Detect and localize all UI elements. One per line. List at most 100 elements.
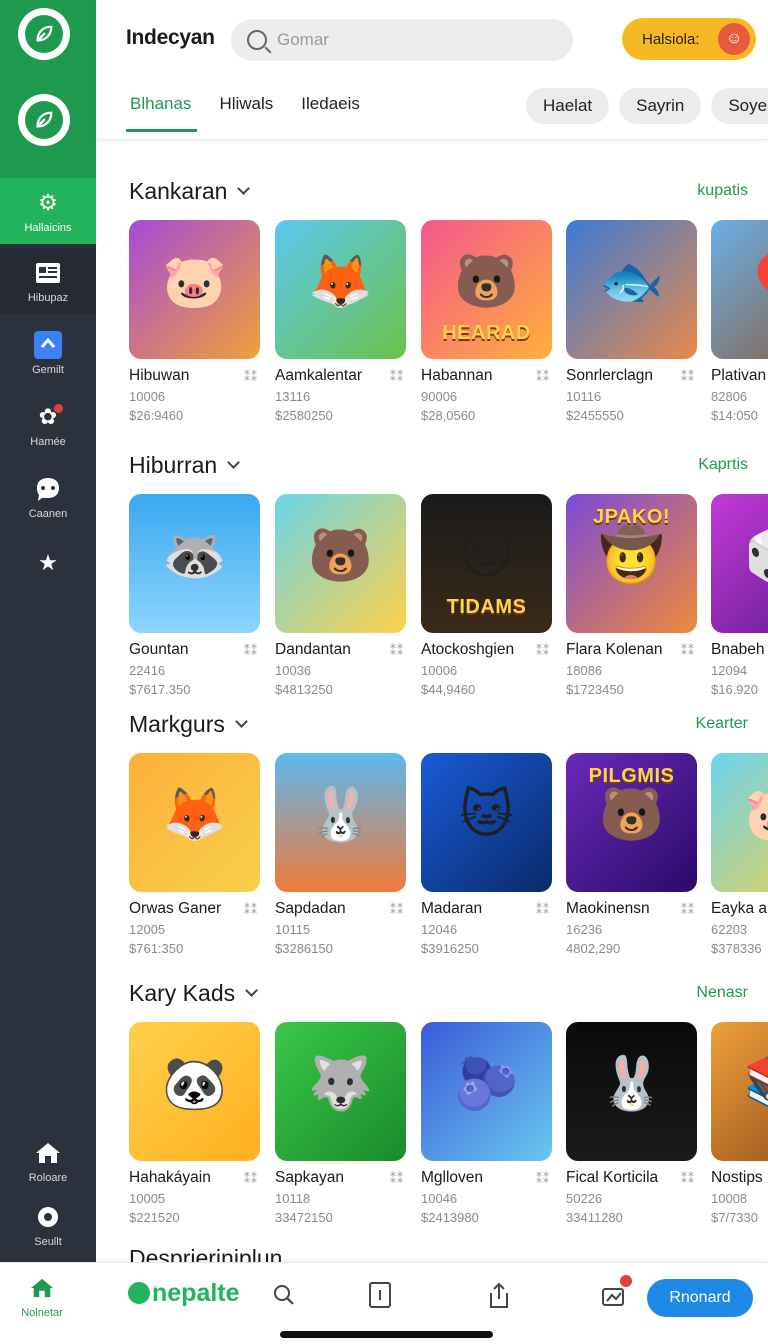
game-card[interactable]: 🐱 TIDAMS Atockoshgien ⁑⁑ 10006 $44,9460 <box>421 494 552 704</box>
more-options-icon[interactable]: ⁑⁑ <box>390 644 404 658</box>
game-thumbnail[interactable]: 🐰 <box>275 753 406 892</box>
game-thumbnail[interactable]: 🎲 <box>711 494 768 633</box>
tab-blhanas[interactable]: Blhanas <box>125 94 198 132</box>
search-input[interactable] <box>277 30 537 50</box>
section-more-link[interactable]: Kearter <box>696 715 748 733</box>
chip-sayrin[interactable]: Sayrin <box>619 88 702 124</box>
game-stat: 16236 <box>566 922 603 937</box>
game-thumbnail[interactable]: 🐺 <box>275 1022 406 1161</box>
sidebar-item-hamee[interactable]: ✿ Hamée <box>0 392 96 458</box>
game-thumbnail[interactable]: 🐰 <box>566 1022 697 1161</box>
sidebar-item-seullt[interactable]: Seullt <box>0 1192 96 1258</box>
game-card[interactable]: 🐻 Dandantan ⁑⁑ 10036 $4813250 <box>275 494 406 704</box>
game-thumbnail[interactable]: 🐻 HEARAD <box>421 220 552 359</box>
more-options-icon[interactable]: ⁑⁑ <box>681 644 695 658</box>
section-header[interactable]: Hiburran <box>129 450 241 480</box>
game-card[interactable]: 🐟 Sonrlerclagn ⁑⁑ 10116 $2455550 <box>566 220 697 430</box>
game-card[interactable]: 🐷 Hibuwan ⁑⁑ 10006 $26:9460 <box>129 220 260 430</box>
sidebar-item-gemilt[interactable]: Gemilt <box>0 320 96 386</box>
game-thumbnail[interactable]: 🤠 JPAKO! <box>566 494 697 633</box>
tab-hliwals[interactable]: Hliwals <box>219 94 273 132</box>
game-thumbnail[interactable]: 📚 <box>711 1022 768 1161</box>
game-card[interactable]: 🐰 Sapdadan ⁑⁑ 10115 $3286150 <box>275 753 406 963</box>
more-options-icon[interactable]: ⁑⁑ <box>390 1172 404 1186</box>
game-thumbnail[interactable]: 🐷 <box>711 753 768 892</box>
section-header[interactable]: Kankaran <box>129 176 251 206</box>
search-bar[interactable] <box>231 19 573 61</box>
game-card[interactable]: 🎲Bnabeh⁑⁑12094$16.920 <box>711 494 768 704</box>
user-account-button[interactable]: Halsiola: ☺ <box>622 18 756 60</box>
sidebar-item-hibupaz[interactable]: Hibupaz <box>0 248 96 314</box>
more-options-icon[interactable]: ⁑⁑ <box>536 644 550 658</box>
bottom-nav-home[interactable]: Nolnetar <box>14 1277 70 1321</box>
game-card[interactable]: 🐺 Sapkayan ⁑⁑ 10118 33472150 <box>275 1022 406 1232</box>
more-options-icon[interactable]: ⁑⁑ <box>681 1172 695 1186</box>
game-thumbnail[interactable]: 🐻 <box>275 494 406 633</box>
more-options-icon[interactable]: ⁑⁑ <box>536 370 550 384</box>
search-icon[interactable] <box>270 1281 298 1309</box>
chip-haelat[interactable]: Haelat <box>526 88 610 124</box>
more-options-icon[interactable]: ⁑⁑ <box>681 370 695 384</box>
game-card[interactable]: 🐼 Hahakáyain ⁑⁑ 10005 $221520 <box>129 1022 260 1232</box>
notification-icon[interactable] <box>600 1275 632 1309</box>
game-card[interactable]: 🐷Eayka a⁑⁑62203$378336 <box>711 753 768 963</box>
game-card[interactable]: 🫐 Mglloven ⁑⁑ 10046 $2413980 <box>421 1022 552 1232</box>
more-options-icon[interactable]: ⁑⁑ <box>244 370 258 384</box>
leaf-logo-icon[interactable] <box>18 94 70 146</box>
game-title: Gountan <box>129 641 189 658</box>
game-card[interactable]: 🐰 Fical Korticila ⁑⁑ 50226 33411280 <box>566 1022 697 1232</box>
more-options-icon[interactable]: ⁑⁑ <box>536 1172 550 1186</box>
game-card[interactable]: 🐱 Madaran ⁑⁑ 12046 $3916250 <box>421 753 552 963</box>
info-icon[interactable] <box>366 1281 394 1309</box>
more-options-icon[interactable]: ⁑⁑ <box>244 903 258 917</box>
sidebar-item-hallaicins[interactable]: ⚙ Hallaicins <box>0 178 96 244</box>
game-title: Mglloven <box>421 1169 484 1186</box>
share-icon[interactable] <box>485 1281 513 1309</box>
notification-badge <box>620 1275 632 1287</box>
section-header[interactable]: Markgurs <box>129 709 248 739</box>
game-stat: 10116 <box>566 389 602 404</box>
more-options-icon[interactable]: ⁑⁑ <box>390 370 404 384</box>
game-card[interactable]: 🦝 Gountan ⁑⁑ 22416 $7617.350 <box>129 494 260 704</box>
game-thumbnail[interactable]: 🦝 <box>129 494 260 633</box>
game-stat: 10036 <box>275 663 312 678</box>
section-more-link[interactable]: kupatis <box>697 182 748 200</box>
tab-iledaeis[interactable]: Iledaeis <box>301 94 360 132</box>
sidebar-item-favorites[interactable]: ★ <box>0 532 96 598</box>
sidebar-item-caanen[interactable]: Caanen <box>0 464 96 530</box>
game-thumbnail[interactable]: 🦊 <box>275 220 406 359</box>
leaf-logo-icon[interactable] <box>18 8 70 60</box>
game-thumbnail[interactable]: 🐻 PILGMIS <box>566 753 697 892</box>
sidebar-item-roloare[interactable]: Roloare <box>0 1128 96 1194</box>
game-thumbnail[interactable]: 🐱 TIDAMS <box>421 494 552 633</box>
game-thumbnail[interactable]: 🐱 <box>421 753 552 892</box>
game-card[interactable]: 📚Nostips⁑⁑10008$7/7330 <box>711 1022 768 1232</box>
game-card[interactable]: 🦊 Aamkalentar ⁑⁑ 13116 $2580250 <box>275 220 406 430</box>
cta-button[interactable]: Rnonard <box>647 1279 753 1317</box>
more-options-icon[interactable]: ⁑⁑ <box>390 903 404 917</box>
game-thumbnail[interactable]: 🐟 <box>566 220 697 359</box>
more-options-icon[interactable]: ⁑⁑ <box>681 903 695 917</box>
game-thumbnail[interactable]: 🐷 <box>129 220 260 359</box>
game-card[interactable]: 🐻 PILGMIS Maokinensn ⁑⁑ 16236 4802,290 <box>566 753 697 963</box>
game-thumbnail[interactable]: 🦊 <box>129 753 260 892</box>
game-card[interactable]: 🎈Plativan⁑⁑82806$14:050 <box>711 220 768 430</box>
more-options-icon[interactable]: ⁑⁑ <box>244 644 258 658</box>
game-card[interactable]: 🤠 JPAKO! Flara Kolenan ⁑⁑ 18086 $1723450 <box>566 494 697 704</box>
game-price: $378336 <box>711 941 762 956</box>
more-options-icon[interactable]: ⁑⁑ <box>244 1172 258 1186</box>
game-thumbnail[interactable]: 🫐 <box>421 1022 552 1161</box>
section-more-link[interactable]: Nenasr <box>696 984 748 1002</box>
bottom-nav-home-label: Nolnetar <box>21 1307 63 1319</box>
game-thumbnail[interactable]: 🎈 <box>711 220 768 359</box>
more-options-icon[interactable]: ⁑⁑ <box>536 903 550 917</box>
game-card[interactable]: 🐻 HEARAD Habannan ⁑⁑ 90006 $28,0560 <box>421 220 552 430</box>
game-title: Plativan <box>711 367 767 384</box>
brand-logo[interactable]: nepalte <box>128 1279 240 1308</box>
chip-soyem[interactable]: Soyem <box>711 88 768 124</box>
section-more-link[interactable]: Kaprtis <box>698 456 748 474</box>
game-card[interactable]: 🦊 Orwas Ganer ⁑⁑ 12005 $761:350 <box>129 753 260 963</box>
game-thumbnail[interactable]: 🐼 <box>129 1022 260 1161</box>
sidebar: ⚙ Hallaicins Hibupaz Gemilt ✿ Hamée Caan… <box>0 0 96 1262</box>
section-header[interactable]: Kary Kads <box>129 978 258 1008</box>
